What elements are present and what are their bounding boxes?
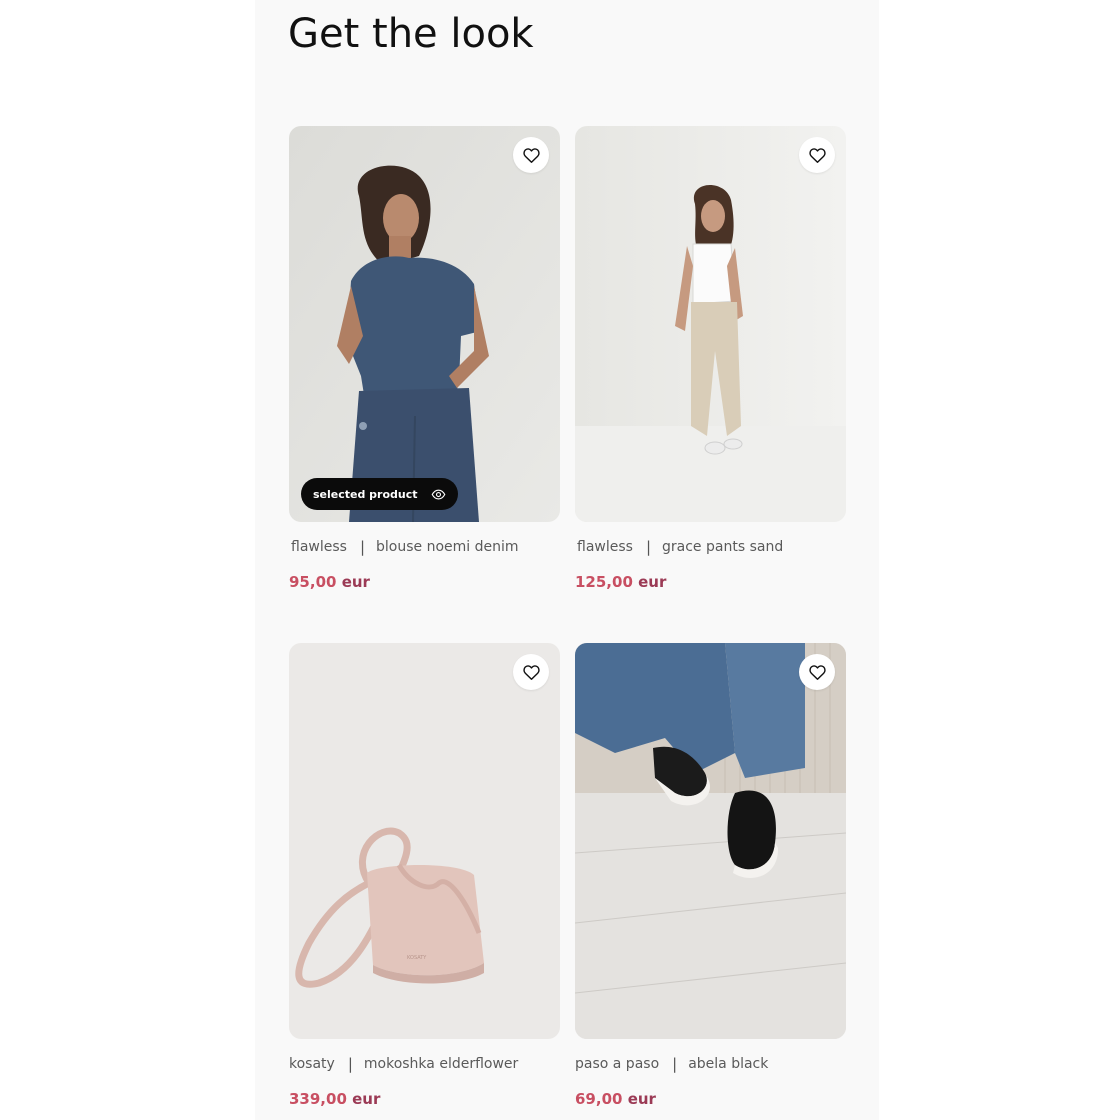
eye-icon (431, 489, 445, 499)
heart-icon (808, 147, 826, 163)
heart-icon (808, 664, 826, 680)
product-photo-pants (575, 126, 846, 522)
product-photo-bag: KOSATY (289, 643, 560, 1039)
price-amount: 125,00 (575, 573, 633, 591)
selected-product-label: selected product (313, 487, 418, 501)
product-price: 69,00 eur (575, 1090, 846, 1110)
product-meta: kosaty | mokoshka elderflower (289, 1054, 560, 1074)
heart-icon (522, 147, 540, 163)
price-currency: eur (627, 1090, 656, 1108)
separator: | (359, 538, 366, 556)
product-price: 125,00 eur (575, 573, 846, 593)
product-photo-sneakers (575, 643, 846, 1039)
product-brand[interactable]: flawless (289, 539, 347, 555)
price-currency: eur (341, 573, 370, 591)
price-amount: 69,00 (575, 1090, 623, 1108)
product-name[interactable]: grace pants sand (662, 539, 783, 555)
product-meta: flawless | grace pants sand (575, 537, 846, 557)
product-name[interactable]: abela black (688, 1056, 768, 1072)
product-card-blouse[interactable]: selected product flawless | blouse noemi… (289, 126, 560, 593)
price-amount: 95,00 (289, 573, 337, 591)
product-image[interactable]: selected product (289, 126, 560, 522)
favorite-button[interactable] (799, 137, 835, 173)
product-price: 339,00 eur (289, 1090, 560, 1110)
favorite-button[interactable] (799, 654, 835, 690)
product-card-bag[interactable]: KOSATY kosaty | mokoshka elderflower 339… (289, 643, 560, 1110)
product-price: 95,00 eur (289, 573, 560, 593)
favorite-button[interactable] (513, 137, 549, 173)
selected-product-badge[interactable]: selected product (301, 478, 458, 510)
favorite-button[interactable] (513, 654, 549, 690)
product-brand[interactable]: kosaty (289, 1056, 335, 1072)
heart-icon (522, 664, 540, 680)
product-name[interactable]: mokoshka elderflower (364, 1056, 518, 1072)
product-photo-blouse (289, 126, 560, 522)
svg-text:KOSATY: KOSATY (407, 955, 427, 961)
product-meta: paso a paso | abela black (575, 1054, 846, 1074)
product-brand[interactable]: flawless (575, 539, 633, 555)
product-image[interactable] (575, 643, 846, 1039)
price-currency: eur (638, 573, 667, 591)
separator: | (645, 538, 652, 556)
price-currency: eur (352, 1090, 381, 1108)
product-card-sneakers[interactable]: paso a paso | abela black 69,00 eur (575, 643, 846, 1110)
product-name[interactable]: blouse noemi denim (376, 539, 519, 555)
separator: | (347, 1055, 353, 1073)
product-image[interactable]: KOSATY (289, 643, 560, 1039)
product-card-pants[interactable]: flawless | grace pants sand 125,00 eur (575, 126, 846, 593)
product-brand[interactable]: paso a paso (575, 1056, 659, 1072)
page-title: Get the look (288, 11, 534, 57)
product-meta: flawless | blouse noemi denim (289, 537, 560, 557)
price-amount: 339,00 (289, 1090, 347, 1108)
product-image[interactable] (575, 126, 846, 522)
separator: | (672, 1055, 678, 1073)
